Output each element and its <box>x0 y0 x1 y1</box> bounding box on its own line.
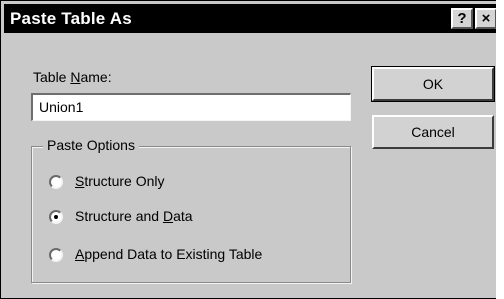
ok-button[interactable]: OK <box>371 66 495 102</box>
radio-button[interactable] <box>49 210 63 224</box>
label-accelerator: N <box>70 69 81 85</box>
table-name-label: Table Name: <box>33 69 112 85</box>
radio-selected-dot <box>54 215 58 219</box>
radio-label[interactable]: Structure and Data <box>75 208 193 224</box>
paste-table-as-dialog: Paste Table As ? × Table Name: Union1 OK… <box>0 0 504 299</box>
label-accelerator: A <box>75 246 85 262</box>
radio-button[interactable] <box>49 248 63 262</box>
label-rest: ppend Data to Existing Table <box>84 246 263 262</box>
table-name-input[interactable]: Union1 <box>31 93 351 121</box>
dialog-title: Paste Table As <box>10 9 132 28</box>
radio-button[interactable] <box>49 175 63 189</box>
title-bar[interactable]: Paste Table As ? × <box>4 4 500 33</box>
label-pre: Structure and <box>75 208 163 224</box>
radio-label[interactable]: Structure Only <box>75 173 164 189</box>
label-rest: tructure Only <box>84 173 165 189</box>
label-prefix: Table <box>33 69 71 85</box>
help-button[interactable]: ? <box>451 8 473 29</box>
close-button[interactable]: × <box>475 8 497 29</box>
cancel-button[interactable]: Cancel <box>372 115 494 149</box>
label-accelerator: S <box>75 173 85 189</box>
window-edge <box>496 0 504 299</box>
radio-label[interactable]: Append Data to Existing Table <box>75 246 262 262</box>
label-suffix: ame: <box>80 69 112 85</box>
label-rest: ata <box>173 208 193 224</box>
label-accelerator: D <box>162 208 174 224</box>
paste-options-label: Paste Options <box>43 137 139 153</box>
